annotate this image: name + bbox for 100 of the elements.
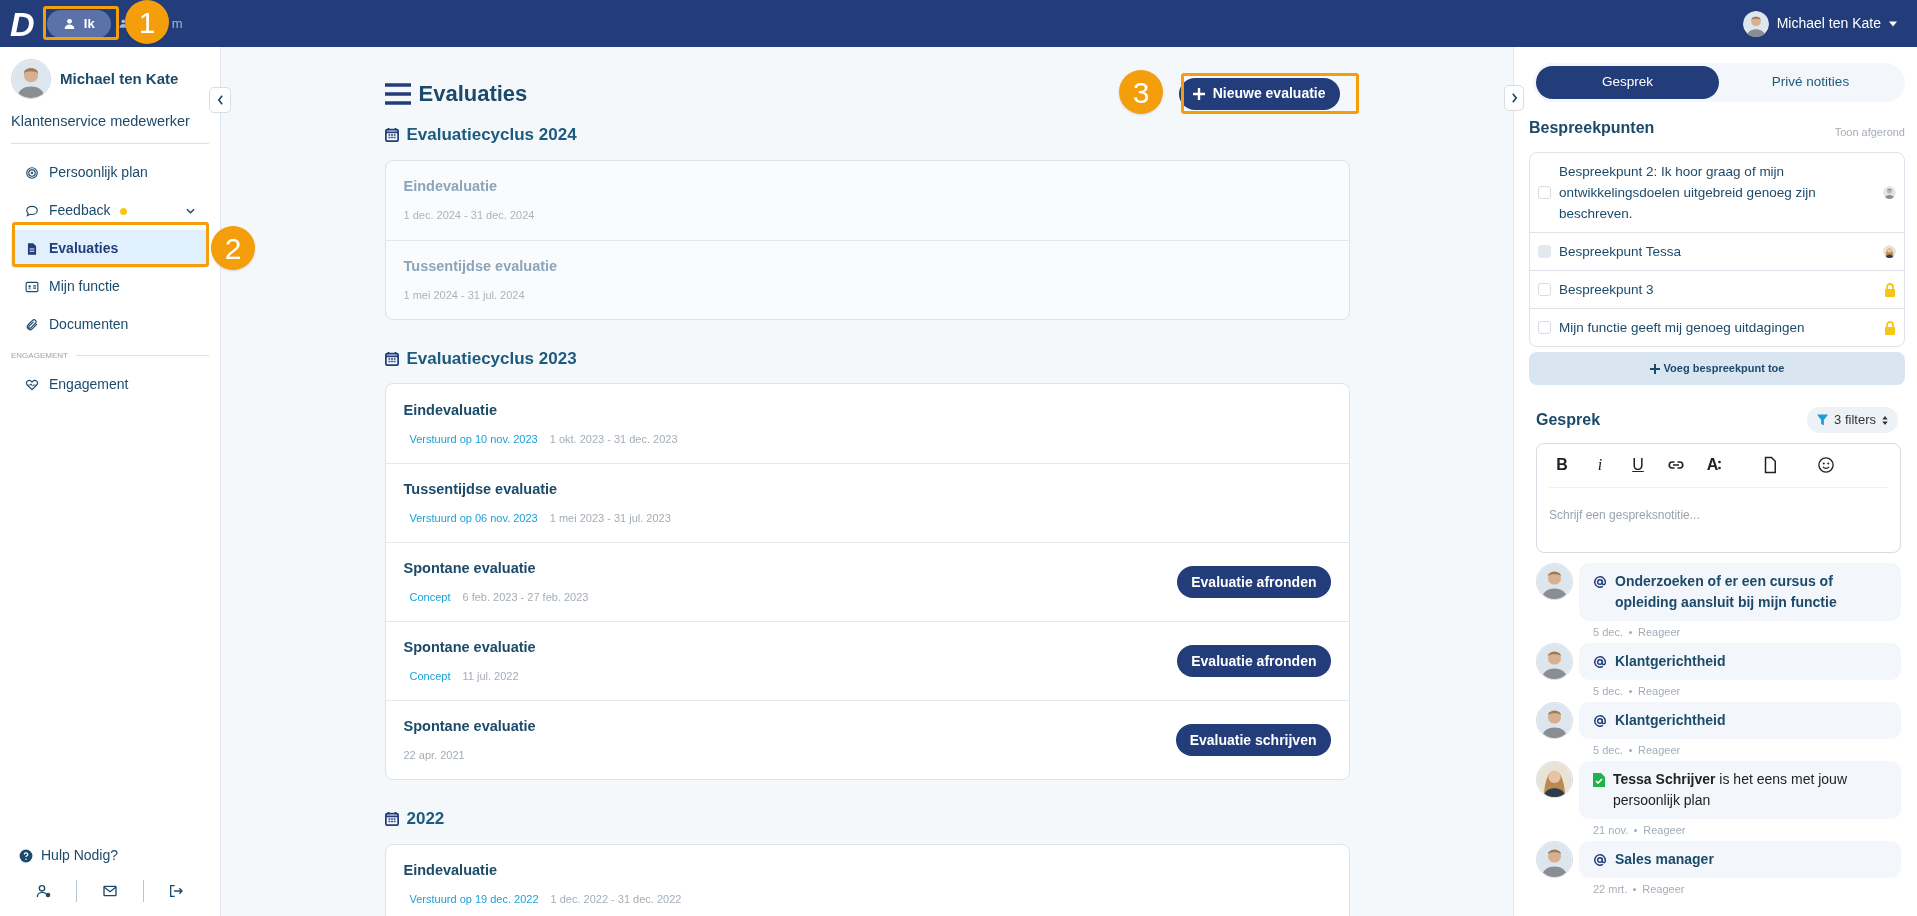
panel-tab[interactable]: Privé notities [1719,66,1902,99]
user-icon [62,17,76,30]
evaluation-row[interactable]: Spontane evaluatie Concept 11 jul. 2022 Evaluatie afronden [385,621,1349,700]
at-sign-icon [1593,655,1607,669]
comment-date: 22 mrt. [1593,881,1628,897]
evaluation-title: Tussentijdse evaluatie [403,256,559,276]
status-label: Concept [409,669,451,685]
user-menu[interactable]: Michael ten Kate [1742,10,1897,37]
checkbox[interactable] [1538,283,1551,296]
date-range: 1 mei 2024 - 31 jul. 2024 [403,287,525,303]
evaluation-row[interactable]: Spontane evaluatie 22 apr. 2021 Evaluatie schrijven [385,700,1349,779]
add-discussion-point-button[interactable]: Voeg bespreekpunt toe [1529,352,1905,385]
evaluation-row[interactable]: Tussentijdse evaluatie Verstuurd op 06 nov. 2023 1 mei 2023 - 31 jul. 2023 [385,463,1349,542]
section-title: Evaluatiecyclus 2024 [406,124,577,146]
calendar-icon [384,127,399,143]
chevron-left-icon [216,95,224,105]
job-title: Klantenservice medewerker [11,111,209,144]
filter-button[interactable]: 3 filters [1807,407,1898,433]
plus-icon [1192,87,1205,100]
underline-button[interactable]: U [1625,451,1651,478]
avatar [1742,10,1769,37]
avatar [1536,643,1573,680]
avatar [1536,702,1573,739]
evaluation-title: Spontane evaluatie [403,559,537,579]
bold-button[interactable]: B [1549,451,1575,478]
menu-icon [384,82,411,105]
note-input[interactable]: Schrijf een gespreksnotitie... [1549,506,1888,536]
nav-item[interactable]: Evaluaties [11,229,209,268]
checkbox[interactable] [1538,186,1551,199]
comment-text: Onderzoeken of er een cursus of opleiding aansluit bij mijn functie [1615,572,1838,612]
expand-panel-button[interactable] [1504,85,1524,111]
collapse-sidebar-button[interactable] [209,87,231,113]
document-icon [25,241,39,256]
nav-item[interactable]: Documenten [11,305,209,344]
comment-date: 5 dec. [1593,742,1623,758]
evaluation-title: Tussentijdse evaluatie [403,480,559,500]
help-link[interactable]: Hulp Nodig? [11,845,209,866]
comment-date: 21 nov. [1593,822,1629,838]
filter-icon [1817,414,1829,426]
status-label: Verstuurd op 10 nov. 2023 [409,431,538,447]
chevron-right-icon [1510,93,1518,103]
note-editor[interactable]: B i U A Schrijf een gespreksnotitie... [1536,443,1901,553]
smiley-icon [1817,455,1835,474]
logout-icon [168,883,185,899]
evaluation-title: Eindevaluatie [403,400,498,420]
heart-icon [25,377,39,392]
date-range: 1 mei 2023 - 31 jul. 2023 [549,511,671,527]
new-evaluation-button[interactable]: Nieuwe evaluatie [1178,77,1340,110]
panel-tab[interactable]: Gesprek [1536,66,1719,99]
evaluation-action-button[interactable]: Evaluatie afronden [1177,566,1331,598]
calendar-icon [384,350,399,366]
date-range: 1 dec. 2022 - 31 dec. 2022 [550,892,682,908]
nav-tab[interactable]: Ik [46,9,111,38]
section-title: Evaluatiecyclus 2023 [406,347,577,370]
section-title: Bespreekpunten [1529,118,1655,138]
comment-text: Tessa Schrijver is het eens met jouw persoonlijk plan [1613,770,1848,810]
comment-text: Sales manager [1615,850,1714,869]
text-size-button[interactable]: A [1701,451,1727,478]
status-label: Concept [409,590,451,606]
caret-icon [1889,20,1897,27]
sort-icon [1882,415,1888,425]
evaluation-row[interactable]: Spontane evaluatie Concept 6 feb. 2023 - 27 feb. 2023 Evaluatie afronden [385,542,1349,621]
discussion-point: Bespreekpunt Tessa [1559,243,1683,261]
target-icon [25,165,39,180]
date-range: 11 jul. 2022 [462,669,519,685]
status-label: Verstuurd op 19 dec. 2022 [409,892,539,908]
nav-item[interactable]: Engagement [11,365,209,404]
avatar [1536,841,1573,878]
checkbox[interactable] [1538,321,1551,334]
plus-icon [1649,363,1660,374]
page-title: Evaluaties [418,80,528,108]
mail-icon [102,883,118,899]
evaluation-title: Spontane evaluatie [403,638,537,658]
nav-tab[interactable]: m [171,9,183,38]
date-range: 1 dec. 2024 - 31 dec. 2024 [403,208,535,224]
section-title: 2022 [406,808,445,830]
discussion-point: Bespreekpunt 3 [1559,281,1655,299]
approved-document-icon [1593,773,1605,787]
step-number: 2 [211,226,255,270]
app-logo[interactable]: D [10,6,33,41]
nav-item[interactable]: Feedback [11,191,209,230]
evaluation-row[interactable]: Eindevaluatie Verstuurd op 10 nov. 2023 1 okt. 2023 - 31 dec. 2023 [385,384,1349,463]
paperclip-icon [25,317,39,332]
evaluation-action-button[interactable]: Evaluatie afronden [1177,645,1331,677]
lock-icon [1884,320,1896,335]
status-label: Verstuurd op 06 nov. 2023 [409,511,538,527]
comment-text: Klantgerichtheid [1615,711,1726,730]
nav-item[interactable]: Mijn functie [11,267,209,306]
evaluation-action-button[interactable]: Evaluatie schrijven [1175,724,1331,756]
date-range: 6 feb. 2023 - 27 feb. 2023 [462,590,589,606]
help-icon [19,848,33,863]
evaluation-row[interactable]: Eindevaluatie Verstuurd op 19 dec. 2022 1 dec. 2022 - 31 dec. 2022 [385,844,1349,916]
avatar [1536,563,1573,600]
italic-button[interactable]: i [1587,451,1613,478]
discussion-point: Bespreekpunt 2: Ik hoor graag of mijn ontwikkelingsdoelen uitgebreid genoeg zijn beschreven. [1559,163,1817,223]
calendar-icon [384,811,399,827]
at-sign-icon [1593,714,1607,728]
evaluation-title: Spontane evaluatie [403,717,537,737]
avatar [1536,761,1573,798]
nav-item[interactable]: Persoonlijk plan [11,153,209,192]
